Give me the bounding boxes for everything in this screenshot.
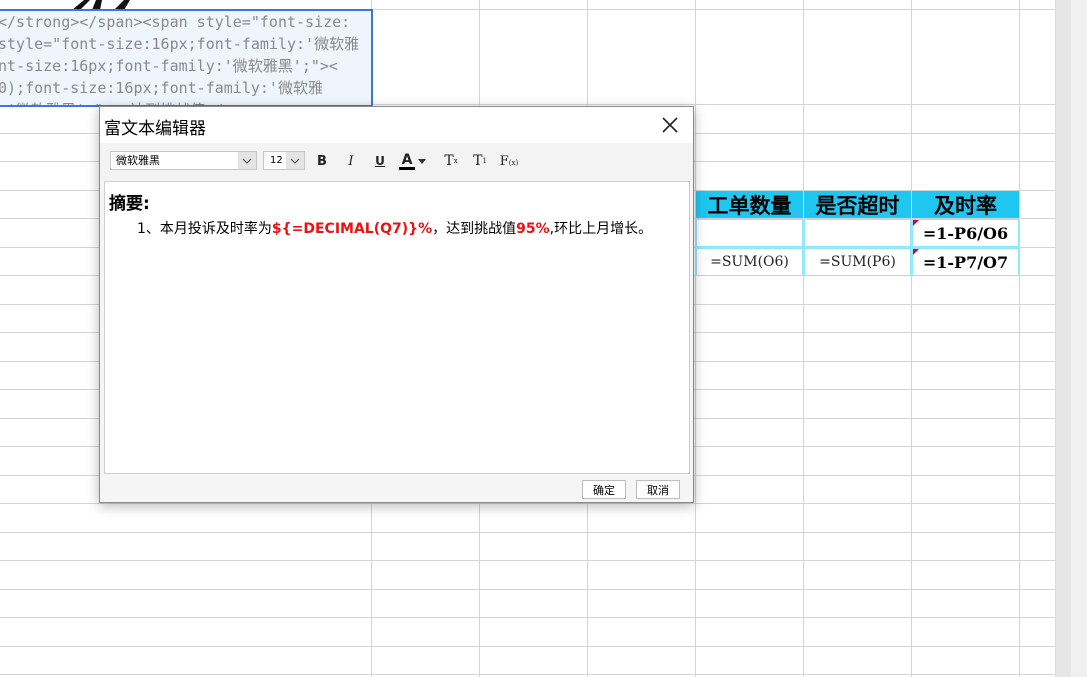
cancel-button[interactable]: 取消	[636, 480, 680, 499]
formula-button[interactable]: F (x)	[498, 151, 520, 171]
grid-row-line	[0, 646, 1055, 647]
code-line: nt-size:16px;font-family:'微软雅黑';"><	[0, 57, 338, 75]
formula-cell-rate-row1[interactable]: =1-P6/O6	[912, 219, 1019, 247]
font-size-select[interactable]: 12	[263, 151, 305, 170]
grid-col-line	[911, 0, 912, 677]
font-color-button[interactable]: A	[399, 151, 431, 171]
comment-marker-icon	[913, 220, 919, 226]
header-cell-overtime[interactable]: 是否超时	[804, 191, 911, 218]
subscript-button[interactable]: T1	[470, 151, 490, 171]
underline-button[interactable]: U	[372, 151, 388, 171]
formula-text: =1-P6/O6	[922, 223, 1009, 243]
grid-row-line	[0, 674, 1055, 675]
template-expression: ${=DECIMAL(Q7)}%	[271, 221, 433, 237]
selected-code-cell[interactable]: </strong></span><span style="font-size: …	[0, 9, 373, 107]
code-line: style="font-size:16px;font-family:'微软雅	[0, 35, 360, 53]
grid-row-line	[0, 560, 1055, 561]
chevron-down-icon[interactable]	[238, 152, 256, 169]
target-value: 95%	[516, 221, 550, 237]
italic-button[interactable]: I	[343, 151, 359, 171]
font-color-icon: A	[399, 153, 415, 170]
formula-text: =1-P7/O7	[922, 252, 1009, 272]
font-size-value: 12	[270, 155, 283, 166]
formula-cell-sum-o6[interactable]: =SUM(O6)	[696, 248, 803, 276]
dialog-title-bar[interactable]: 富文本编辑器	[100, 107, 693, 143]
grid-col-line	[1019, 0, 1020, 677]
header-cell-timely-rate[interactable]: 及时率	[912, 191, 1019, 218]
summary-heading: 摘要:	[109, 194, 150, 214]
close-button[interactable]	[656, 111, 684, 139]
comment-marker-icon	[913, 249, 919, 255]
chevron-down-icon[interactable]	[286, 152, 304, 169]
superscript-button[interactable]: Tx	[441, 151, 461, 171]
font-family-select[interactable]: 微软雅黑	[110, 151, 257, 170]
grid-col-line	[695, 0, 696, 677]
grid-col-line	[803, 0, 804, 677]
ok-button[interactable]: 确定	[582, 480, 626, 499]
formula-cell-rate-row2[interactable]: =1-P7/O7	[912, 248, 1019, 276]
vertical-scrollbar[interactable]	[1055, 0, 1087, 677]
close-icon	[662, 117, 678, 133]
code-line: </strong></span><span style="font-size:	[0, 13, 351, 31]
bold-button[interactable]: B	[314, 151, 330, 171]
data-cell[interactable]	[696, 219, 803, 247]
data-cell[interactable]	[804, 219, 911, 247]
grid-row-line	[0, 589, 1055, 590]
editor-toolbar: 微软雅黑 12 B I U A Tx T1 F (x)	[100, 143, 693, 181]
formula-cell-sum-p6[interactable]: =SUM(P6)	[804, 248, 911, 276]
rich-text-editor-dialog: 富文本编辑器 微软雅黑 12 B I U A T x T 1 F (x) 摘要:…	[99, 106, 694, 503]
grid-row-line	[0, 617, 1055, 618]
summary-paragraph: 1、本月投诉及时率为${=DECIMAL(Q7)}%，达到挑战值95%,环比上月…	[137, 221, 653, 237]
grid-row-line	[0, 503, 1055, 504]
header-cell-ticket-count[interactable]: 工单数量	[696, 191, 803, 218]
scrollbar-thumb[interactable]	[1056, 0, 1071, 677]
grid-row-line	[0, 532, 1055, 533]
rich-text-editor-area[interactable]: 摘要: 1、本月投诉及时率为${=DECIMAL(Q7)}%，达到挑战值95%,…	[104, 181, 690, 474]
caret-down-icon	[418, 158, 426, 164]
dialog-title: 富文本编辑器	[104, 119, 206, 139]
code-line: 0);font-size:16px;font-family:'微软雅	[0, 79, 323, 97]
font-family-value: 微软雅黑	[116, 154, 160, 167]
